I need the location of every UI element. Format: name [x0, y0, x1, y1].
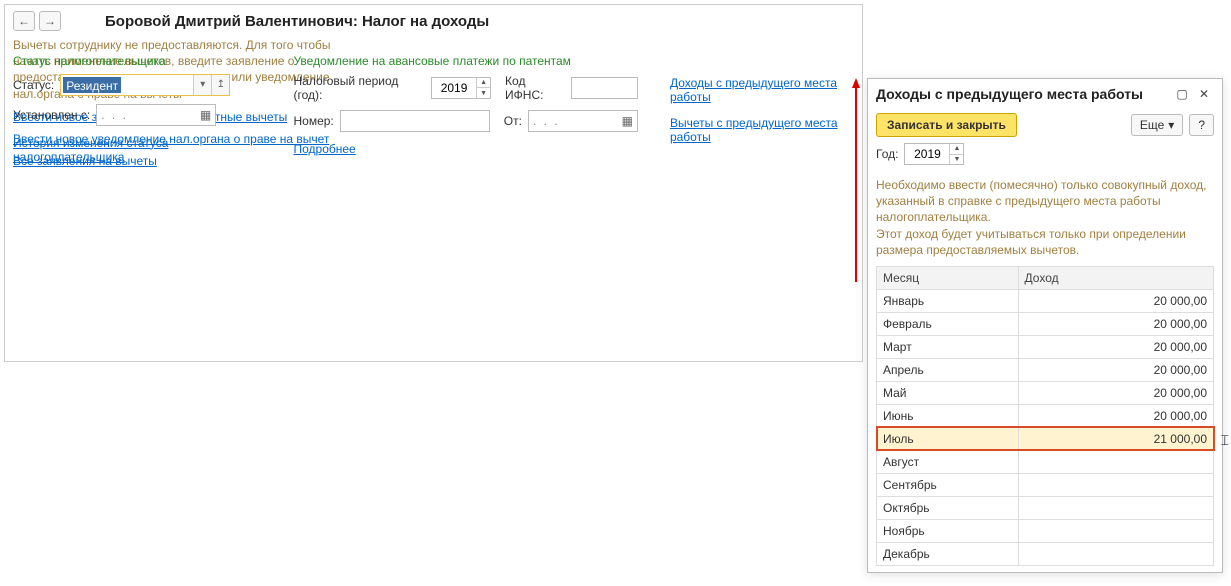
- col-month[interactable]: Месяц: [877, 266, 1019, 289]
- month-cell[interactable]: Февраль: [877, 312, 1019, 335]
- income-cell[interactable]: 20 000,00: [1018, 289, 1213, 312]
- income-cell[interactable]: [1018, 496, 1213, 519]
- table-row[interactable]: Январь20 000,00: [877, 289, 1214, 312]
- income-cell[interactable]: 20 000,00: [1018, 358, 1213, 381]
- month-cell[interactable]: Ноябрь: [877, 519, 1019, 542]
- year-value[interactable]: [905, 144, 949, 164]
- more-label: Еще: [1140, 118, 1164, 132]
- income-cell[interactable]: 21 000,00: [1018, 427, 1213, 450]
- table-row[interactable]: Сентябрь: [877, 473, 1214, 496]
- income-cell[interactable]: [1018, 473, 1213, 496]
- tax-period-input[interactable]: ▲▼: [431, 77, 491, 99]
- year-label: Год:: [876, 147, 898, 161]
- income-cell[interactable]: 20 000,00: [1018, 404, 1213, 427]
- status-field[interactable]: Резидент ▾ ↥: [60, 74, 230, 96]
- income-table[interactable]: Месяц Доход Январь20 000,00Февраль20 000…: [876, 266, 1214, 566]
- income-cell[interactable]: 20 000,00: [1018, 335, 1213, 358]
- main-panel: ← → Боровой Дмитрий Валентинович: Налог …: [4, 4, 863, 362]
- page-title: Боровой Дмитрий Валентинович: Налог на д…: [105, 13, 489, 30]
- taxpayer-status-section: Статус налогоплательщика Статус: Резиден…: [13, 54, 261, 166]
- number-input[interactable]: [340, 110, 490, 132]
- spacer-header: [670, 54, 854, 68]
- number-label: Номер:: [293, 114, 333, 128]
- link-deductions-prev-job[interactable]: Вычеты с предыдущего места работы: [670, 114, 854, 146]
- taxpayer-status-header: Статус налогоплательщика: [13, 54, 261, 68]
- dialog-title: Доходы с предыдущего места работы: [876, 86, 1170, 102]
- status-date-value: . . .: [101, 108, 128, 122]
- income-cell[interactable]: [1018, 450, 1213, 473]
- from-date-value: . . .: [533, 114, 560, 128]
- nav-forward-button[interactable]: →: [39, 11, 61, 31]
- month-cell[interactable]: Август: [877, 450, 1019, 473]
- table-row[interactable]: Октябрь: [877, 496, 1214, 519]
- nav-bar: ← → Боровой Дмитрий Валентинович: Налог …: [5, 5, 862, 35]
- dialog-hint: Необходимо ввести (помесячно) только сов…: [868, 173, 1222, 266]
- chevron-down-icon: ▾: [1168, 118, 1174, 132]
- income-prev-job-dialog: Доходы с предыдущего места работы ▢ ✕ За…: [867, 78, 1223, 573]
- from-label: От:: [504, 114, 522, 128]
- prev-job-links: Доходы с предыдущего места работы Вычеты…: [670, 54, 854, 166]
- tax-period-value[interactable]: [432, 78, 476, 98]
- help-button[interactable]: ?: [1189, 114, 1214, 136]
- income-cell[interactable]: 20 000,00: [1018, 312, 1213, 335]
- link-more-details[interactable]: Подробнее: [293, 140, 355, 158]
- close-icon[interactable]: ✕: [1194, 85, 1214, 103]
- calendar-icon[interactable]: ▦: [622, 114, 633, 128]
- year-spinner[interactable]: ▲▼: [949, 144, 963, 164]
- ifns-label: Код ИФНС:: [505, 74, 565, 102]
- month-cell[interactable]: Октябрь: [877, 496, 1019, 519]
- nav-back-button[interactable]: ←: [13, 11, 35, 31]
- income-cell[interactable]: [1018, 542, 1213, 565]
- table-row[interactable]: Декабрь: [877, 542, 1214, 565]
- month-cell[interactable]: Сентябрь: [877, 473, 1019, 496]
- tax-period-label: Налоговый период (год):: [293, 74, 425, 102]
- from-date-input[interactable]: . . . ▦: [528, 110, 638, 132]
- ifns-input[interactable]: [571, 77, 638, 99]
- table-row[interactable]: Ноябрь: [877, 519, 1214, 542]
- status-open-icon[interactable]: ↥: [211, 75, 229, 95]
- patents-section: Уведомление на авансовые платежи по пате…: [293, 54, 637, 166]
- table-row[interactable]: Июнь20 000,00: [877, 404, 1214, 427]
- more-button[interactable]: Еще ▾: [1131, 114, 1183, 136]
- table-row[interactable]: Апрель20 000,00: [877, 358, 1214, 381]
- tax-period-spinner[interactable]: ▲▼: [476, 78, 490, 98]
- hint-line-2: Этот доход будет учитываться только при …: [876, 226, 1214, 258]
- maximize-icon[interactable]: ▢: [1172, 85, 1192, 103]
- income-cell[interactable]: [1018, 519, 1213, 542]
- text-cursor-icon: ⌶: [1221, 432, 1229, 449]
- month-cell[interactable]: Декабрь: [877, 542, 1019, 565]
- income-cell[interactable]: 20 000,00: [1018, 381, 1213, 404]
- status-date-label: Установлен с:: [13, 108, 90, 122]
- status-date-input[interactable]: . . . ▦: [96, 104, 216, 126]
- patents-header: Уведомление на авансовые платежи по пате…: [293, 54, 637, 68]
- link-income-prev-job[interactable]: Доходы с предыдущего места работы: [670, 74, 854, 106]
- link-status-history[interactable]: История изменения статуса налогоплательщ…: [13, 134, 261, 166]
- year-input[interactable]: ▲▼: [904, 143, 964, 165]
- month-cell[interactable]: Апрель: [877, 358, 1019, 381]
- table-row[interactable]: Март20 000,00: [877, 335, 1214, 358]
- hint-line-1: Необходимо ввести (помесячно) только сов…: [876, 177, 1214, 226]
- table-row[interactable]: Май20 000,00: [877, 381, 1214, 404]
- status-label: Статус:: [13, 78, 54, 92]
- table-row[interactable]: Февраль20 000,00: [877, 312, 1214, 335]
- month-cell[interactable]: Июль: [877, 427, 1019, 450]
- save-and-close-button[interactable]: Записать и закрыть: [876, 113, 1017, 137]
- calendar-icon[interactable]: ▦: [200, 108, 211, 122]
- month-cell[interactable]: Июнь: [877, 404, 1019, 427]
- status-dropdown-icon[interactable]: ▾: [193, 75, 211, 95]
- table-row[interactable]: Июль21 000,00: [877, 427, 1214, 450]
- month-cell[interactable]: Май: [877, 381, 1019, 404]
- status-value: Резидент: [63, 77, 121, 93]
- col-income[interactable]: Доход: [1018, 266, 1213, 289]
- month-cell[interactable]: Март: [877, 335, 1019, 358]
- table-row[interactable]: Август: [877, 450, 1214, 473]
- month-cell[interactable]: Январь: [877, 289, 1019, 312]
